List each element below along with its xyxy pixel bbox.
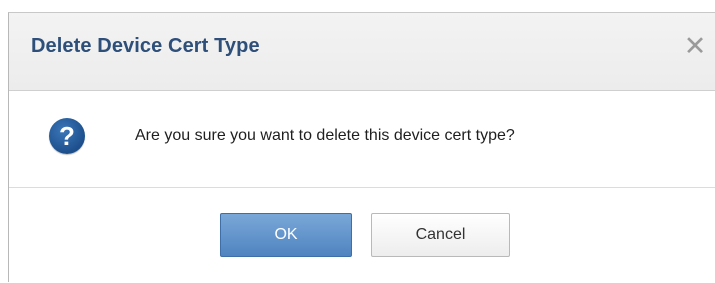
confirmation-message: Are you sure you want to delete this dev… bbox=[135, 127, 515, 144]
dialog-body: ? Are you sure you want to delete this d… bbox=[9, 91, 715, 188]
ok-button[interactable]: OK bbox=[220, 213, 352, 257]
dialog-header: Delete Device Cert Type ✕ bbox=[9, 13, 715, 91]
close-icon[interactable]: ✕ bbox=[681, 31, 709, 61]
dialog-footer: OK Cancel bbox=[9, 188, 715, 283]
delete-cert-type-dialog: Delete Device Cert Type ✕ ? Are you sure… bbox=[8, 12, 715, 282]
question-icon: ? bbox=[49, 118, 85, 154]
dialog-title: Delete Device Cert Type bbox=[31, 35, 260, 57]
cancel-button[interactable]: Cancel bbox=[371, 213, 510, 257]
